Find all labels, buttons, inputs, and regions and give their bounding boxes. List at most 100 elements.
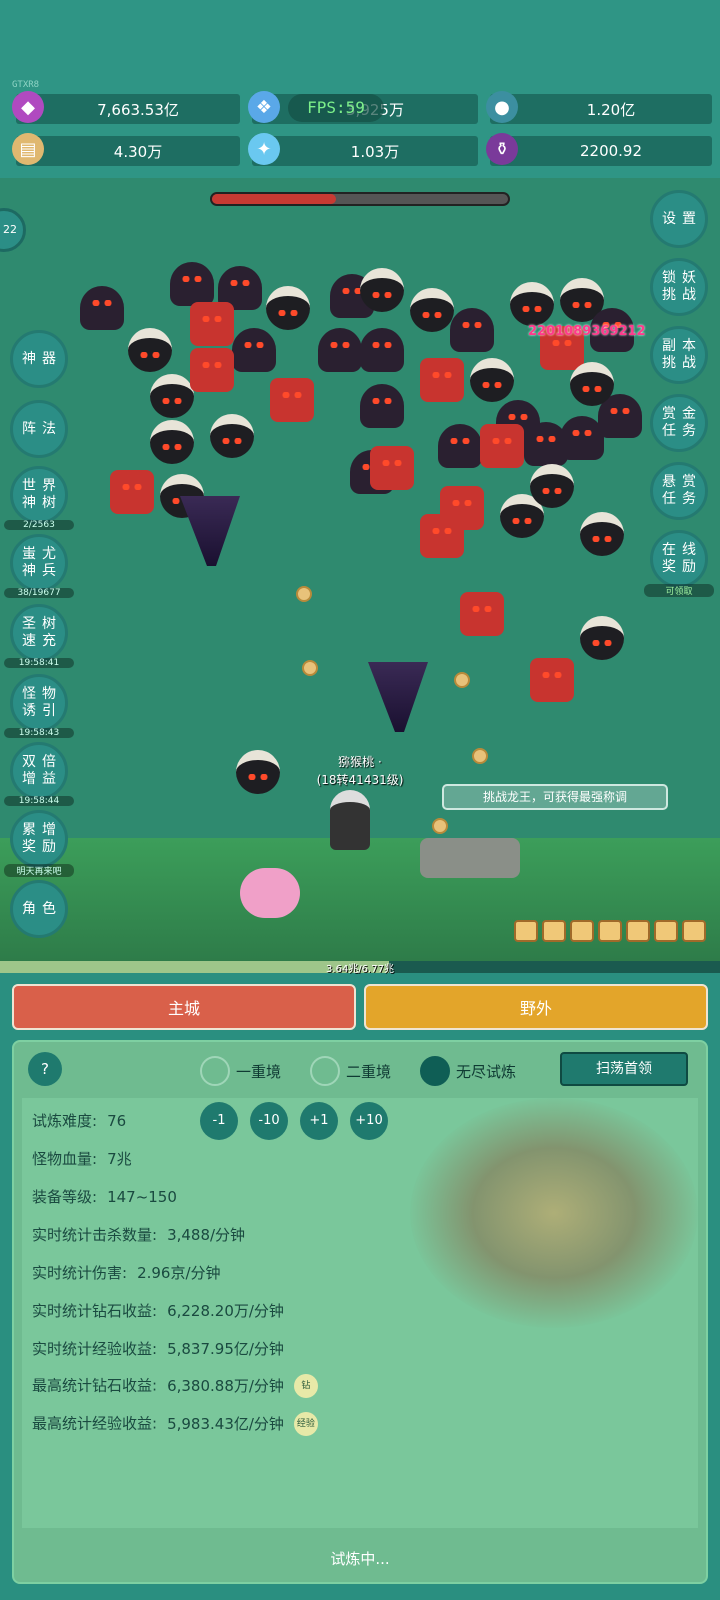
resource-value: 1.20亿 (586, 100, 636, 119)
mode-label: 无尽试炼 (456, 1062, 517, 1081)
round-badge[interactable]: 22 (0, 208, 26, 252)
resource-value: 1.03万 (350, 142, 400, 161)
mode-option-1[interactable]: 一重境 (200, 1056, 281, 1086)
mode-radio-selected[interactable] (420, 1056, 450, 1086)
skill-icon[interactable] (682, 920, 706, 942)
difficulty-plus-1-button[interactable]: +1 (300, 1102, 338, 1140)
menu-monster-lure[interactable]: 怪物诱引 (10, 674, 68, 732)
menu-bounty-task[interactable]: 赏金任务 (650, 394, 708, 452)
penguin-monster (150, 374, 194, 418)
difficulty-minus-1-button[interactable]: -1 (200, 1102, 238, 1140)
red-cube-monster (480, 424, 524, 468)
red-cube-monster (420, 514, 464, 558)
gold-coin (454, 672, 470, 688)
horned-ghost-monster (360, 384, 404, 428)
menu-tree-recharge-timer: 19:58:41 (4, 658, 74, 668)
grass-ground (0, 838, 720, 968)
dragon-king-tip[interactable]: 挑战龙王，可获得最强称调 (442, 784, 668, 810)
mode-radio[interactable] (200, 1056, 230, 1086)
boss-hp-bar (210, 192, 510, 206)
skill-icon[interactable] (626, 920, 650, 942)
red-cube-monster (190, 302, 234, 346)
red-cube-monster (270, 378, 314, 422)
menu-artifact[interactable]: 神器 (10, 330, 68, 388)
skill-bar (514, 920, 706, 942)
resource-pot: ⚱ 2200.92 (486, 133, 712, 166)
horned-ghost-monster (438, 424, 482, 468)
stat-label: 装备等级: (32, 1188, 98, 1206)
skill-icon[interactable] (598, 920, 622, 942)
penguin-monster (570, 362, 614, 406)
skill-icon[interactable] (570, 920, 594, 942)
stat-label: 最高统计钻石收益: (32, 1376, 158, 1395)
penguin-monster (210, 414, 254, 458)
damage-number: 2201089369212 (528, 324, 646, 339)
tab-wild[interactable]: 野外 (364, 984, 708, 1030)
help-button[interactable]: ? (28, 1052, 62, 1086)
menu-double-buff[interactable]: 双倍增益 (10, 742, 68, 800)
menu-demon-lock-challenge[interactable]: 锁妖挑战 (650, 258, 708, 316)
gold-coin (432, 818, 448, 834)
skill-icon[interactable] (542, 920, 566, 942)
stat-value: 7兆 (107, 1150, 132, 1168)
difficulty-plus-10-button[interactable]: +10 (350, 1102, 388, 1140)
penguin-monster (470, 358, 514, 402)
watermark: GTXR8 (12, 80, 40, 90)
resource-scroll: ▤ 4.30万 (12, 133, 240, 166)
red-cube-monster (530, 658, 574, 702)
menu-formation[interactable]: 阵法 (10, 400, 68, 458)
menu-world-tree[interactable]: 世界神树 (10, 466, 68, 524)
penguin-monster (236, 750, 280, 794)
stat-equipment-level: 装备等级: 147~150 (32, 1186, 177, 1207)
fps-counter: FPS:59 (288, 94, 384, 122)
stat-label: 实时统计经验收益: (32, 1340, 158, 1358)
mode-label: 二重境 (346, 1062, 392, 1081)
penguin-monster (510, 282, 554, 326)
skill-icon[interactable] (514, 920, 538, 942)
sweep-boss-button[interactable]: 扫荡首领 (560, 1052, 688, 1086)
tiger-illustration (410, 1098, 698, 1328)
purple-pot-icon: ⚱ (486, 133, 518, 165)
mode-option-2[interactable]: 二重境 (310, 1056, 391, 1086)
menu-chiyou-weapon[interactable]: 蚩尤神兵 (10, 534, 68, 592)
exp-text: 3.64兆/6.77兆 (326, 964, 394, 975)
mode-option-endless[interactable]: 无尽试炼 (420, 1056, 516, 1086)
stat-monster-hp: 怪物血量: 7兆 (32, 1148, 132, 1169)
battle-scene[interactable]: 22 2201089369212 猕猴桃 · (18转41431级) 挑战龙王，… (0, 178, 720, 968)
exp-badge-icon[interactable]: 经验 (293, 1412, 318, 1436)
dark-tornado (368, 662, 428, 732)
horned-ghost-monster (232, 328, 276, 372)
horned-ghost-monster (80, 286, 124, 330)
resource-ice: ✦ 1.03万 (248, 133, 478, 166)
menu-online-reward[interactable]: 在线奖励 (650, 530, 708, 588)
diamond-badge-icon[interactable]: 钻 (293, 1374, 318, 1398)
mode-radio[interactable] (310, 1056, 340, 1086)
menu-tree-recharge[interactable]: 圣树速充 (10, 604, 68, 662)
horned-ghost-monster (360, 328, 404, 372)
penguin-monster (128, 328, 172, 372)
menu-double-buff-timer: 19:58:44 (4, 796, 74, 806)
menu-cumulative-reward-status: 明天再来吧 (4, 864, 74, 877)
stat-label: 试炼难度: (32, 1112, 98, 1130)
stat-label: 实时统计击杀数量: (32, 1226, 158, 1244)
menu-character[interactable]: 角色 (10, 880, 68, 938)
menu-cumulative-reward[interactable]: 累增奖励 (10, 810, 68, 868)
resource-orb: ● 1.20亿 (486, 91, 712, 124)
tab-main-city[interactable]: 主城 (12, 984, 356, 1030)
difficulty-minus-10-button[interactable]: -10 (250, 1102, 288, 1140)
red-cube-monster (420, 358, 464, 402)
resource-value: 4.30万 (113, 142, 163, 161)
menu-settings[interactable]: 设置 (650, 190, 708, 248)
stat-value: 76 (107, 1112, 127, 1130)
top-resource-bar: GTXR8 ◆ 7,663.53亿 ❖ 3,925万 ● 1.20亿 ▤ 4.3… (0, 0, 720, 178)
menu-dungeon-challenge[interactable]: 副本挑战 (650, 326, 708, 384)
stat-value: 2.96京/分钟 (137, 1264, 221, 1282)
skill-icon[interactable] (654, 920, 678, 942)
gold-coin (302, 660, 318, 676)
menu-chiyou-progress: 38/19677 (4, 588, 74, 598)
red-cube-monster (460, 592, 504, 636)
stat-value: 3,488/分钟 (167, 1226, 246, 1244)
menu-reward-task[interactable]: 悬赏任务 (650, 462, 708, 520)
stat-damage: 实时统计伤害: 2.96京/分钟 (32, 1262, 221, 1283)
orb-icon: ● (486, 91, 518, 123)
